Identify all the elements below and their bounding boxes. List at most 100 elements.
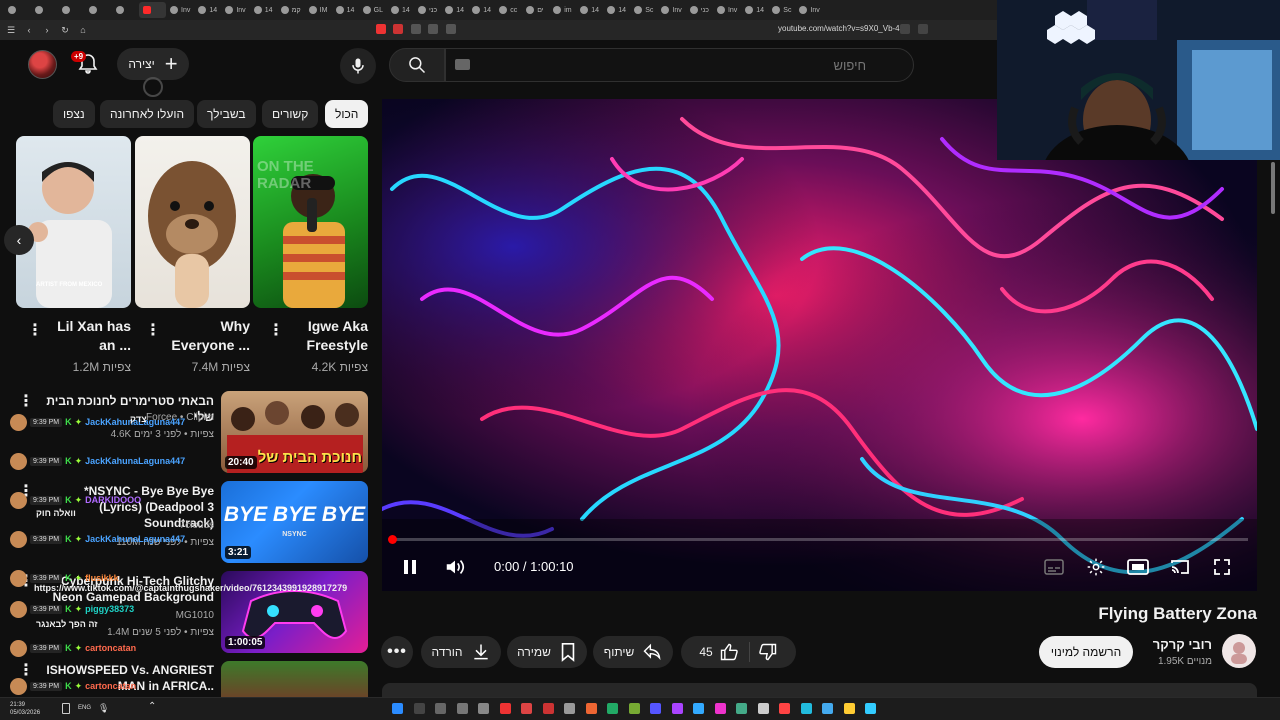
language-indicator[interactable]: ENG xyxy=(78,705,91,711)
browser-tab[interactable]: Inv xyxy=(166,2,194,18)
taskbar-app-icon[interactable] xyxy=(822,703,833,714)
more-options-icon[interactable]: ⋮ xyxy=(18,394,34,410)
create-button[interactable]: יצירה + xyxy=(117,48,189,80)
reload-icon[interactable]: ↻ xyxy=(60,25,70,36)
shield-icon[interactable] xyxy=(376,24,386,34)
browser-tab[interactable]: Inv xyxy=(713,2,741,18)
browser-tab[interactable] xyxy=(58,2,85,18)
theater-mode-button[interactable] xyxy=(1126,555,1150,579)
battery-icon[interactable] xyxy=(62,703,70,714)
shelf-thumbnail[interactable]: ARTIST FROM MEXICO xyxy=(16,136,131,308)
browser-tab[interactable] xyxy=(4,2,31,18)
more-options-icon[interactable]: ⋮ xyxy=(27,323,43,339)
like-button[interactable]: 45 xyxy=(699,642,750,662)
browser-tab[interactable]: Sc xyxy=(768,2,795,18)
extension-icon[interactable] xyxy=(428,24,438,34)
taskbar-app-icon[interactable] xyxy=(843,703,855,714)
taskbar-app-icon[interactable] xyxy=(628,703,640,714)
taskbar-app-icon[interactable] xyxy=(413,703,425,714)
taskbar-app-icon[interactable] xyxy=(757,703,769,714)
chip-all[interactable]: הכול xyxy=(325,100,369,128)
browser-tab[interactable]: כני xyxy=(686,2,713,18)
shelf-previous-button[interactable]: ‹ xyxy=(4,225,34,255)
forward-icon[interactable]: › xyxy=(42,25,52,35)
shelf-thumbnail[interactable] xyxy=(135,136,250,308)
chip-related[interactable]: קשורים xyxy=(262,100,319,128)
taskbar-app-icon[interactable] xyxy=(456,703,468,714)
browser-tab[interactable]: כני xyxy=(414,2,441,18)
pause-button[interactable] xyxy=(398,555,422,579)
thumbs-down-icon[interactable] xyxy=(758,642,778,662)
taskbar-app-icon[interactable] xyxy=(800,703,812,714)
browser-tab[interactable]: 14 xyxy=(603,2,630,18)
taskbar-app-icon[interactable] xyxy=(542,703,554,714)
subtitles-button[interactable] xyxy=(1042,555,1066,579)
save-button[interactable]: שמירה xyxy=(507,636,587,668)
browser-tab[interactable]: 14 xyxy=(468,2,495,18)
browser-tab[interactable]: 14 xyxy=(250,2,277,18)
browser-tab[interactable] xyxy=(31,2,58,18)
browser-tab[interactable]: Inv xyxy=(795,2,823,18)
chevron-up-icon[interactable]: ⌃ xyxy=(148,701,156,712)
microphone-icon[interactable]: 🎙 xyxy=(98,703,109,714)
related-thumbnail[interactable] xyxy=(221,661,368,697)
bookmark-icon[interactable] xyxy=(918,24,928,34)
extension-icon[interactable] xyxy=(393,24,403,34)
related-channel[interactable]: 7clouds xyxy=(40,520,214,531)
taskbar-app-icon[interactable] xyxy=(693,703,704,714)
browser-tab[interactable]: 14 xyxy=(194,2,221,18)
volume-button[interactable] xyxy=(443,555,467,579)
cast-button[interactable] xyxy=(1168,555,1192,579)
taskbar-app-icon[interactable] xyxy=(607,703,618,714)
account-avatar[interactable] xyxy=(28,50,57,79)
taskbar-app-icon[interactable] xyxy=(392,703,403,714)
extension-icon[interactable] xyxy=(411,24,421,34)
share-button[interactable]: שיתוף xyxy=(593,636,673,668)
back-icon[interactable]: ‹ xyxy=(24,25,34,35)
search-button[interactable] xyxy=(389,48,445,82)
taskbar-app-icon[interactable] xyxy=(736,703,747,714)
description-box[interactable] xyxy=(382,683,1257,697)
lens-icon[interactable] xyxy=(446,24,456,34)
browser-tab[interactable]: 14 xyxy=(332,2,359,18)
taskbar-app-icon[interactable] xyxy=(499,703,511,714)
taskbar-app-icon[interactable] xyxy=(671,703,683,714)
keyboard-icon[interactable] xyxy=(455,59,470,70)
shelf-thumbnail[interactable]: ON THE RADAR xyxy=(253,136,368,308)
fullscreen-button[interactable] xyxy=(1210,555,1234,579)
browser-tab[interactable]: ים xyxy=(522,2,549,18)
browser-tab[interactable] xyxy=(85,2,112,18)
browser-tab[interactable]: Inv xyxy=(221,2,249,18)
browser-tab[interactable]: Inv xyxy=(657,2,685,18)
browser-tab[interactable]: 14 xyxy=(576,2,603,18)
taskbar-app-icon[interactable] xyxy=(779,703,790,714)
taskbar-app-icon[interactable] xyxy=(521,703,532,714)
taskbar-app-icon[interactable] xyxy=(865,703,876,714)
browser-tab[interactable]: im xyxy=(549,2,576,18)
browser-tab[interactable]: GL xyxy=(359,2,387,18)
page-scrollbar[interactable] xyxy=(1270,160,1276,690)
voice-search-button[interactable] xyxy=(340,48,376,84)
home-icon[interactable]: ⌂ xyxy=(78,25,88,35)
chip-watched[interactable]: נצפו xyxy=(53,100,95,128)
browser-tab[interactable] xyxy=(139,2,166,18)
video-player[interactable] xyxy=(382,99,1257,591)
shelf-title[interactable]: Igwe Aka Freestyle xyxy=(278,317,368,355)
browser-tab[interactable]: Sc xyxy=(630,2,657,18)
menu-icon[interactable]: ☰ xyxy=(6,25,16,36)
browser-tab[interactable]: 14 xyxy=(741,2,768,18)
progress-scrubber[interactable] xyxy=(388,535,397,544)
more-actions-button[interactable]: ••• xyxy=(381,636,413,668)
subscribe-button[interactable]: הרשמה למינוי xyxy=(1039,636,1133,668)
more-options-icon[interactable]: ⋮ xyxy=(268,323,284,339)
taskbar-app-icon[interactable] xyxy=(435,703,446,714)
browser-tab[interactable]: 14 xyxy=(387,2,414,18)
taskbar-app-icon[interactable] xyxy=(650,703,661,714)
more-options-icon[interactable]: ⋮ xyxy=(145,323,161,339)
taskbar-app-icon[interactable] xyxy=(585,703,597,714)
related-thumbnail[interactable]: חנוכת הבית של 20:40 xyxy=(221,391,368,473)
download-button[interactable]: הורדה xyxy=(421,636,501,668)
taskbar-app-icon[interactable] xyxy=(564,703,575,714)
browser-tab[interactable]: קמ xyxy=(277,2,305,18)
taskbar-app-icon[interactable] xyxy=(714,703,726,714)
